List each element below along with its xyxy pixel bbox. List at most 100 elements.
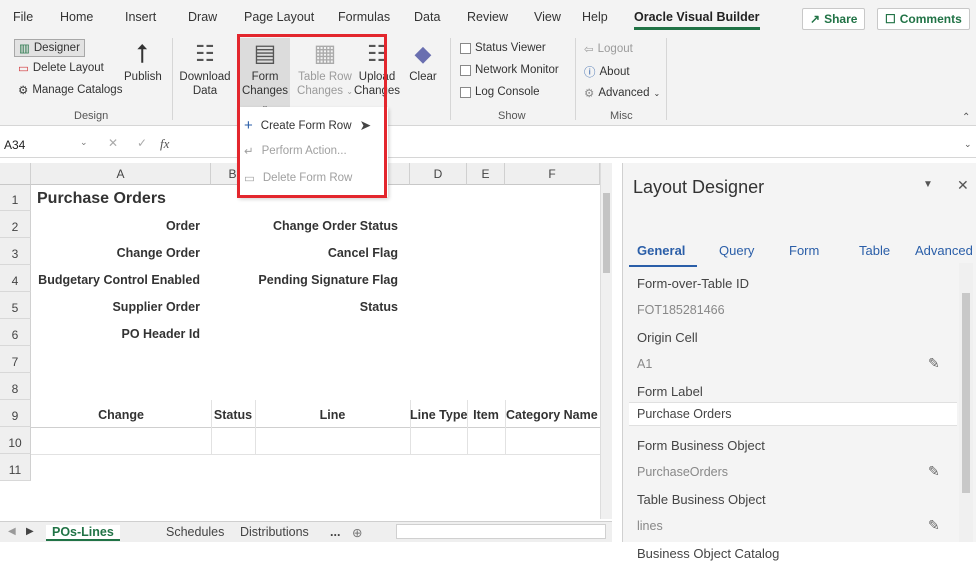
tab-insert[interactable]: Insert (125, 10, 156, 24)
form-label-status[interactable]: Status (220, 300, 398, 314)
row-header[interactable]: 8 (0, 373, 31, 400)
publish-button[interactable]: ⭡ Download Publish (124, 38, 162, 84)
form-label-supplier-order[interactable]: Supplier Order (31, 300, 200, 314)
row-header[interactable]: 1 (0, 185, 31, 211)
worksheet-grid[interactable]: A B D E F 1 2 3 4 5 6 7 8 9 10 11 Purcha… (0, 163, 612, 519)
cancel-icon[interactable]: ✕ (108, 136, 118, 150)
form-label-input[interactable]: Purchase Orders (629, 402, 957, 426)
tab-page-layout[interactable]: Page Layout (244, 10, 314, 24)
column-header-f[interactable]: F (505, 163, 600, 185)
row-header[interactable]: 9 (0, 400, 31, 427)
share-button[interactable]: ↗ Share (802, 8, 866, 30)
scroll-right-icon[interactable]: ▶ (26, 526, 34, 537)
about-button[interactable]: ⓘ About (584, 64, 630, 80)
row-header[interactable]: 10 (0, 427, 31, 454)
select-all-corner[interactable] (0, 163, 31, 185)
designer-button[interactable]: ▥ Designer (14, 39, 85, 57)
pencil-icon[interactable]: ✎ (928, 463, 940, 480)
delete-form-row-item[interactable]: ▭ Delete Form Row (244, 171, 352, 185)
upload-changes-button[interactable]: ☷ Upload Changes (354, 38, 400, 98)
expand-formula-icon[interactable]: ⌄ (964, 139, 972, 150)
form-changes-dropdown: + Create Form Row ➤ ↵ Perform Action... ▭ D… (238, 107, 388, 197)
row-header[interactable]: 5 (0, 292, 31, 319)
more-sheets-button[interactable]: ... (330, 525, 340, 539)
form-label-order[interactable]: Order (31, 219, 200, 233)
tab-form[interactable]: Form (789, 243, 819, 258)
scroll-left-icon[interactable]: ◀ (8, 526, 16, 537)
network-monitor-checkbox[interactable]: Network Monitor (460, 64, 559, 76)
delete-layout-button[interactable]: ▭ Delete Layout (18, 61, 104, 75)
field-label-form-business-object: Form Business Object (637, 438, 765, 453)
close-icon[interactable]: ✕ (957, 177, 969, 194)
tab-advanced[interactable]: Advanced (915, 243, 973, 258)
form-label-cancel-flag[interactable]: Cancel Flag (220, 246, 398, 260)
sheet-tab-schedules[interactable]: Schedules (166, 525, 224, 539)
form-changes-button[interactable]: ▤ Form Changes ⌄ (240, 38, 290, 113)
info-icon: ⓘ (584, 67, 596, 79)
column-header-a[interactable]: A (31, 163, 211, 185)
row-header[interactable]: 3 (0, 238, 31, 265)
row-header[interactable]: 2 (0, 211, 31, 238)
column-header-e[interactable]: E (467, 163, 505, 185)
advanced-button[interactable]: ⚙ Advanced ⌄ (584, 86, 660, 100)
table-header-status[interactable]: Status (211, 408, 255, 422)
tab-file[interactable]: File (13, 10, 33, 24)
row-header[interactable]: 6 (0, 319, 31, 346)
table-header-change[interactable]: Change (31, 408, 211, 422)
tab-query[interactable]: Query (719, 243, 754, 258)
collapse-ribbon-icon[interactable]: ⌃ (962, 112, 970, 123)
logout-icon: ⇦ (584, 44, 594, 56)
horizontal-scrollbar[interactable] (396, 524, 606, 539)
table-header-category-name[interactable]: Category Name (506, 408, 598, 422)
tab-general[interactable]: General (637, 243, 685, 258)
table-row-changes-button[interactable]: ▦ Table Row Changes ⌄ (296, 38, 354, 99)
status-viewer-checkbox[interactable]: Status Viewer (460, 42, 546, 54)
tab-home[interactable]: Home (60, 10, 93, 24)
logout-button[interactable]: ⇦ Logout (584, 42, 633, 56)
form-icon: ▤ (253, 40, 277, 67)
row-header[interactable]: 7 (0, 346, 31, 373)
tab-draw[interactable]: Draw (188, 10, 217, 24)
form-label-change-order[interactable]: Change Order (31, 246, 200, 260)
check-icon[interactable]: ✓ (137, 136, 147, 150)
field-label-origin-cell: Origin Cell (637, 330, 698, 345)
pencil-icon[interactable]: ✎ (928, 517, 940, 534)
tab-data[interactable]: Data (414, 10, 440, 24)
form-title[interactable]: Purchase Orders (37, 190, 166, 208)
table-header-line-type[interactable]: Line Type (410, 408, 467, 422)
tab-review[interactable]: Review (467, 10, 508, 24)
form-label-change-order-status[interactable]: Change Order Status (220, 219, 398, 233)
log-console-checkbox[interactable]: Log Console (460, 86, 540, 98)
pane-scrollbar[interactable] (959, 263, 973, 542)
vertical-scrollbar[interactable] (600, 163, 612, 519)
download-data-button[interactable]: ☷ Download Data (178, 38, 232, 98)
sheet-tab-distributions[interactable]: Distributions (240, 525, 309, 539)
chevron-down-icon[interactable]: ⌄ (80, 137, 88, 148)
table-header-line[interactable]: Line (255, 408, 410, 422)
form-label-po-header-id[interactable]: PO Header Id (31, 327, 201, 341)
scrollbar-thumb[interactable] (603, 193, 610, 273)
function-icon[interactable]: fx (160, 136, 169, 152)
table-header-item[interactable]: Item (467, 408, 505, 422)
tab-table[interactable]: Table (859, 243, 890, 258)
tab-oracle-visual-builder[interactable]: Oracle Visual Builder (634, 10, 760, 30)
form-label-pending-signature[interactable]: Pending Signature Flag (220, 273, 398, 287)
pane-options-icon[interactable]: ▼ (923, 179, 933, 190)
scrollbar-thumb[interactable] (962, 293, 970, 493)
comments-button[interactable]: ☐ Comments (877, 8, 970, 30)
row-header[interactable]: 11 (0, 454, 31, 481)
manage-catalogs-button[interactable]: ⚙ Manage Catalogs (18, 83, 122, 97)
tab-help[interactable]: Help (582, 10, 608, 24)
sheet-tab-pos-lines[interactable]: POs-Lines (46, 525, 120, 541)
tab-view[interactable]: View (534, 10, 561, 24)
add-sheet-icon[interactable]: ⊕ (352, 525, 362, 540)
field-label-fot-id: Form-over-Table ID (637, 276, 749, 291)
clear-button[interactable]: ◆ Clear (405, 38, 441, 84)
pencil-icon[interactable]: ✎ (928, 355, 940, 372)
tab-formulas[interactable]: Formulas (338, 10, 390, 24)
perform-action-item[interactable]: ↵ Perform Action... (244, 144, 347, 158)
row-header[interactable]: 4 (0, 265, 31, 292)
column-header-d[interactable]: D (410, 163, 467, 185)
form-label-budgetary-control[interactable]: Budgetary Control Enabled (31, 273, 200, 287)
create-form-row-item[interactable]: + Create Form Row ➤ (244, 117, 371, 134)
